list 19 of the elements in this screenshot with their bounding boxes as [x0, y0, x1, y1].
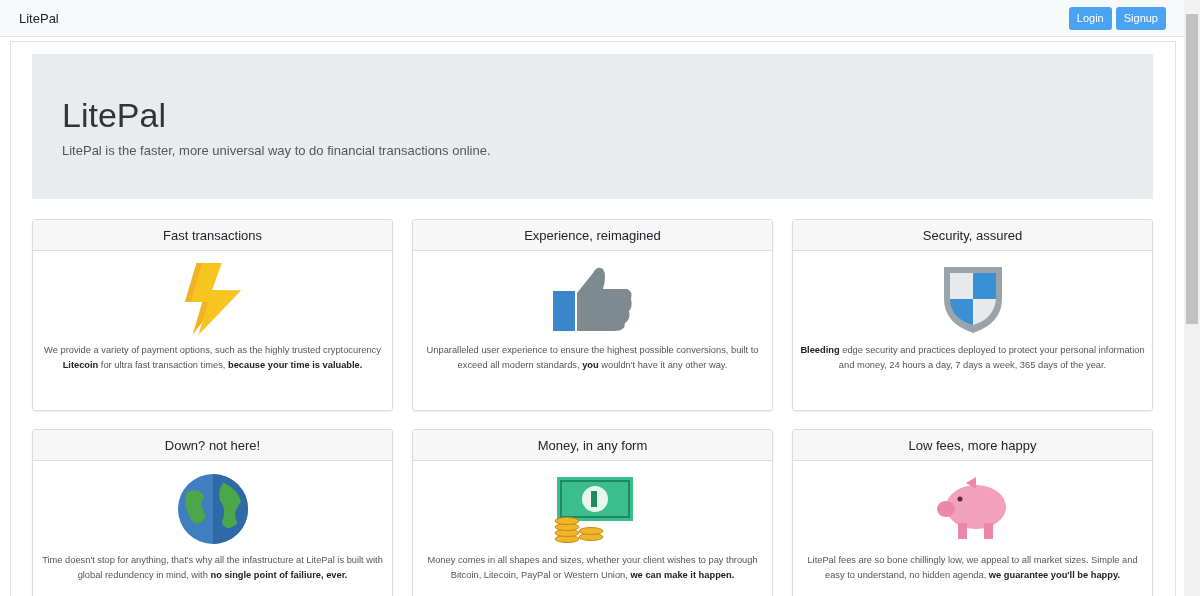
signup-button[interactable]: Signup [1115, 6, 1166, 30]
card-text: Money comes in all shapes and sizes, whether your client wishes to pay through Bitcoin, Litecoin, PayPal or Western Union, we can make it happen. [426, 554, 759, 582]
brand-link[interactable]: LitePal [19, 10, 59, 26]
hero-lead: LitePal is the faster, more universal way to do financial transactions online. [62, 142, 492, 158]
card-title: Money, in any form [537, 437, 648, 453]
card-title: Fast transactions [163, 227, 262, 243]
card-text: Unparalleled user experience to ensure the highest possible conversions, built to exceed all modern standards, you wouldn't have it any other way. [425, 344, 760, 372]
card-title: Down? not here! [164, 437, 261, 453]
card-text: Time doesn't stop for anything, that's why all the infastructure at LitePal is built with global redundency in mind, with no single point of failiure, ever. [41, 554, 384, 582]
card-text: We provide a variety of payment options, such as the highly trusted cryptocurency Litecoin for ultra fast transaction times, because your time is valuable. [43, 344, 382, 372]
hero-title: LitePal [62, 95, 167, 135]
card-text: Bleeding edge security and practices deployed to protect your personal information and money, 24 hours a day, 7 days a week, 365 days of the year. [799, 344, 1146, 372]
globe-icon [175, 473, 250, 545]
card-title: Security, assured [922, 227, 1023, 243]
card-title: Experience, reimagined [524, 227, 661, 243]
login-button[interactable]: Login [1068, 6, 1112, 30]
scrollbar[interactable] [1184, 0, 1200, 596]
card-text: LitePal fees are so bone chillingly low, we appeal to all market sizes. Simple and easy to understand, no hidden agenda, we guarantee you'll be happy. [806, 554, 1139, 582]
card-title: Low fees, more happy [908, 437, 1037, 453]
